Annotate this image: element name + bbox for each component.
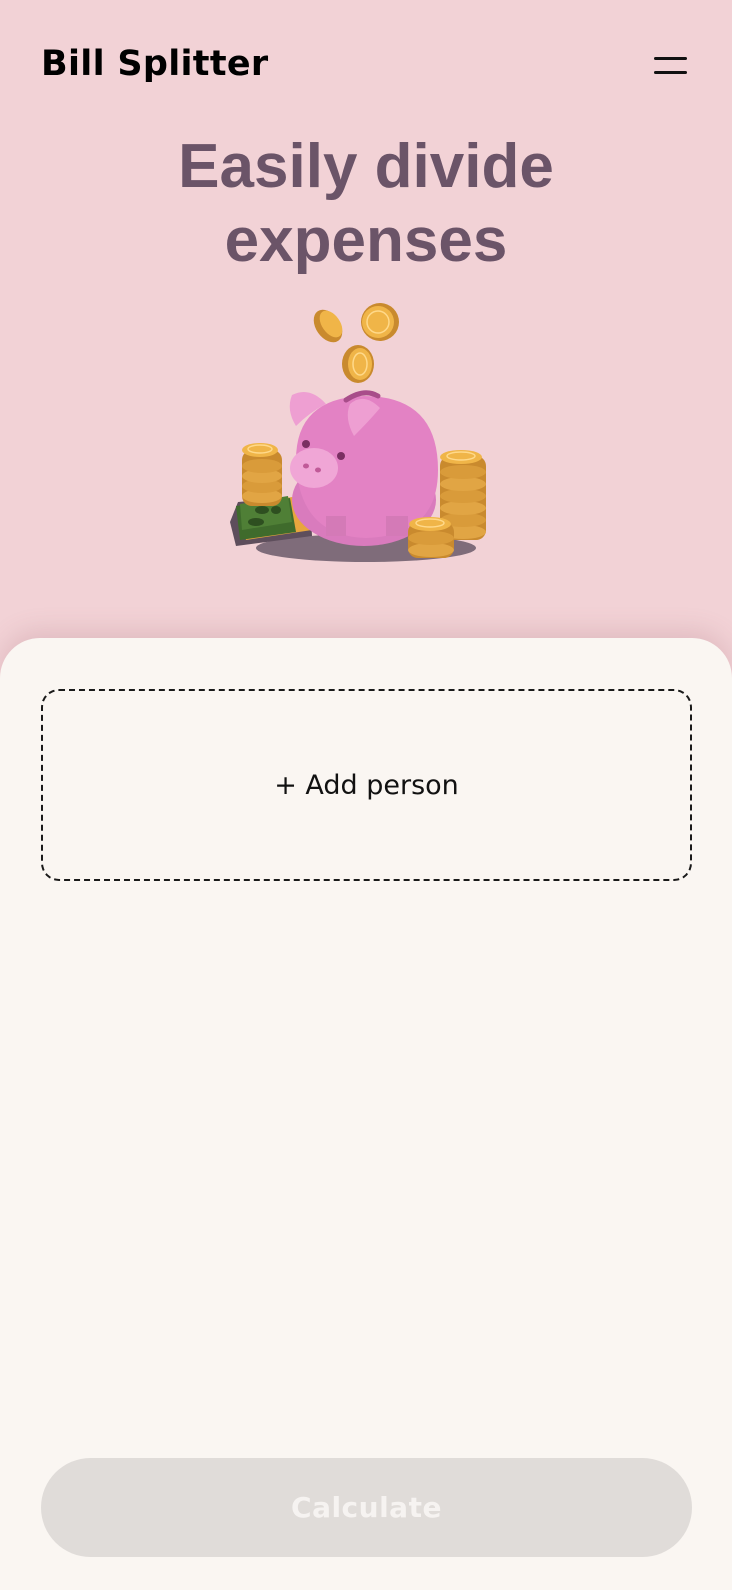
hamburger-menu-icon bbox=[654, 57, 687, 60]
people-card: + Add person Calculate bbox=[0, 638, 732, 1590]
coin-stack-left-icon bbox=[242, 443, 282, 506]
hero-heading-line1: Easily divide bbox=[178, 132, 554, 201]
app-header: Bill Splitter bbox=[0, 0, 732, 135]
app-title: Bill Splitter bbox=[41, 44, 269, 84]
add-person-label: + Add person bbox=[274, 769, 459, 801]
piggy-bank-illustration bbox=[230, 303, 486, 562]
add-person-button[interactable]: + Add person bbox=[41, 689, 692, 881]
falling-coins-icon bbox=[313, 303, 399, 383]
calculate-button[interactable]: Calculate bbox=[41, 1458, 692, 1557]
hero-heading: Easily divide expenses bbox=[0, 130, 732, 278]
calculate-label: Calculate bbox=[291, 1491, 442, 1524]
hero-heading-line2: expenses bbox=[224, 206, 508, 275]
menu-button[interactable] bbox=[648, 50, 692, 82]
